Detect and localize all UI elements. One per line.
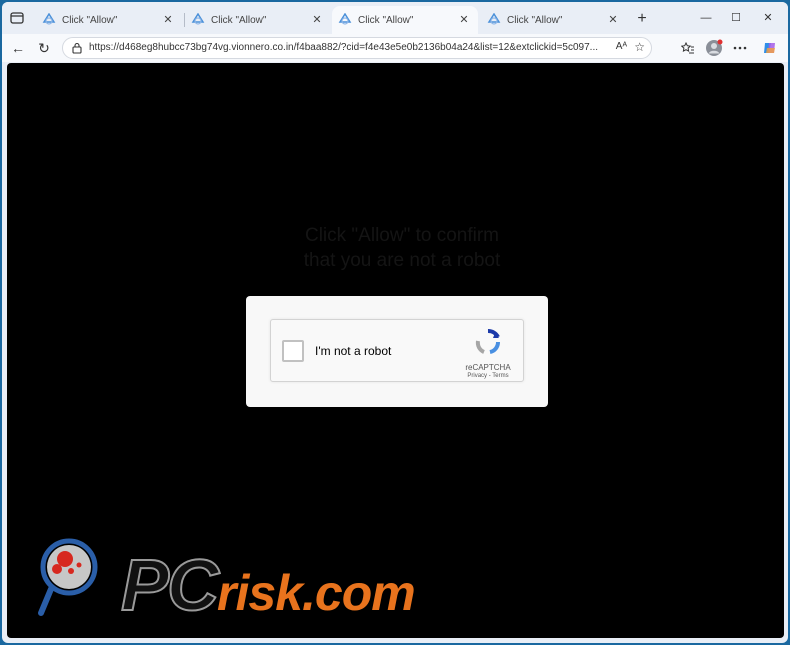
tab-title: Click "Allow" [62, 14, 118, 26]
recycle-favicon-icon [191, 13, 205, 25]
recaptcha-checkbox[interactable] [282, 340, 304, 362]
tab-strip: Click "Allow" ✕ Click "Allow" ✕ Click "A… [2, 2, 788, 34]
tab-actions-icon[interactable] [8, 9, 26, 27]
recaptcha-widget: I'm not a robot reCAPTCHA Privacy - Term… [270, 319, 524, 382]
maximize-icon[interactable]: ☐ [722, 8, 750, 28]
watermark-pc: PC [120, 545, 220, 627]
tab-title: Click "Allow" [358, 14, 414, 26]
tab-close-icon[interactable]: ✕ [605, 12, 621, 28]
read-aloud-icon[interactable]: Aᴬ [616, 41, 627, 52]
tab-4[interactable]: Click "Allow" ✕ [481, 6, 627, 34]
tab-close-icon[interactable]: ✕ [456, 12, 472, 28]
pcrisk-watermark: PCrisk.com [35, 537, 475, 627]
recaptcha-privacy-terms-link[interactable]: Privacy - Terms [461, 373, 515, 379]
page-content: Click "Allow" to confirm that you are no… [7, 63, 784, 638]
watermark-risk: risk.com [217, 565, 416, 621]
page-headline: Click "Allow" to confirm that you are no… [217, 223, 587, 273]
recaptcha-logo-icon [475, 329, 500, 354]
tab-close-icon[interactable]: ✕ [309, 12, 325, 28]
recycle-favicon-icon [338, 13, 352, 25]
profile-avatar-icon[interactable] [704, 38, 724, 58]
favorites-list-icon[interactable] [678, 38, 698, 58]
tab-title: Click "Allow" [507, 14, 563, 26]
refresh-icon[interactable]: ↻ [34, 38, 54, 58]
toolbar: ← ↻ https://d468eg8hubcc73bg74vg.vionner… [2, 34, 788, 62]
window-close-icon[interactable]: ✕ [754, 8, 782, 28]
headline-line-2: that you are not a robot [303, 250, 501, 271]
magnifier-logo-icon [38, 538, 98, 616]
tab-3-active[interactable]: Click "Allow" ✕ [332, 6, 478, 34]
screenshot-frame: Click "Allow" ✕ Click "Allow" ✕ Click "A… [0, 0, 790, 645]
copilot-icon[interactable] [760, 38, 780, 58]
minimize-icon[interactable]: — [692, 8, 720, 28]
tab-1[interactable]: Click "Allow" ✕ [36, 6, 182, 34]
tab-title: Click "Allow" [211, 14, 267, 26]
recaptcha-logo-block: reCAPTCHA Privacy - Terms [461, 328, 515, 379]
browser-window: Click "Allow" ✕ Click "Allow" ✕ Click "A… [2, 2, 788, 643]
tab-2[interactable]: Click "Allow" ✕ [185, 6, 331, 34]
address-bar[interactable]: https://d468eg8hubcc73bg74vg.vionnero.co… [62, 37, 652, 59]
watermark-text: PCrisk.com [120, 545, 416, 627]
favorite-star-icon[interactable]: ☆ [634, 40, 645, 54]
captcha-card: I'm not a robot reCAPTCHA Privacy - Term… [246, 296, 548, 407]
more-menu-icon[interactable] [730, 38, 750, 58]
lock-icon [72, 42, 82, 54]
recaptcha-brand: reCAPTCHA [465, 363, 511, 372]
recycle-favicon-icon [487, 13, 501, 25]
recaptcha-label: I'm not a robot [315, 344, 392, 358]
back-icon[interactable]: ← [8, 38, 28, 58]
new-tab-icon[interactable]: + [633, 10, 651, 28]
url-text: https://d468eg8hubcc73bg74vg.vionnero.co… [89, 42, 599, 53]
tab-close-icon[interactable]: ✕ [160, 12, 176, 28]
recycle-favicon-icon [42, 13, 56, 25]
headline-line-1: Click "Allow" to confirm [304, 225, 500, 246]
